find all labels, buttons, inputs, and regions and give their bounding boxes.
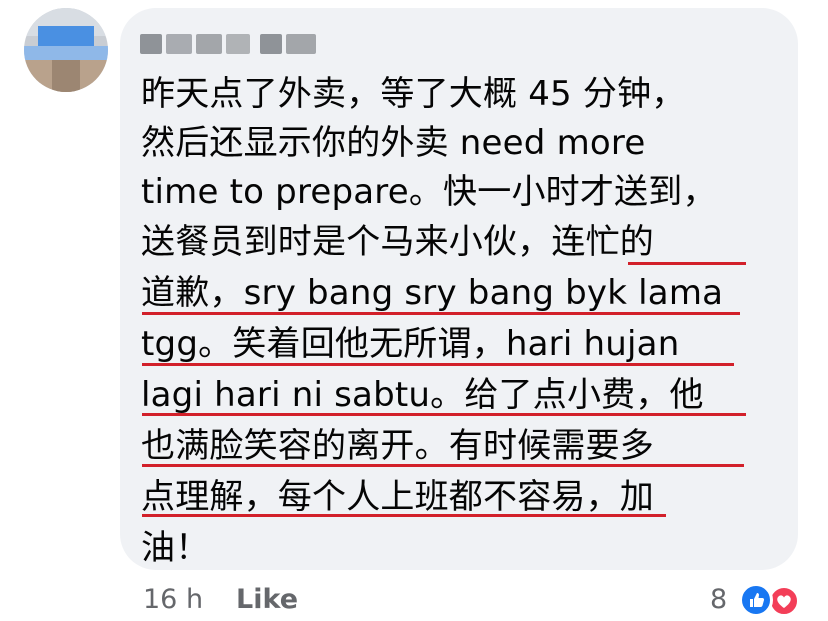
highlight-underline [142, 514, 666, 517]
highlight-underline [142, 363, 734, 366]
author-name-blur [226, 34, 250, 54]
comment-text-line: 然后还显示你的外卖 need more [141, 123, 646, 163]
highlight-underline [142, 312, 740, 315]
reaction-count[interactable]: 8 [710, 584, 727, 615]
comment-author-name[interactable] [140, 28, 320, 58]
avatar-pixel [52, 60, 80, 92]
author-name-blur [140, 34, 162, 54]
comment-text-line: 送餐员到时是个马来小伙，连忙的 [141, 222, 654, 262]
author-name-blur [286, 34, 316, 54]
like-button[interactable]: Like [236, 584, 298, 615]
author-name-blur [260, 34, 282, 54]
comment-timestamp[interactable]: 16 h [143, 584, 203, 615]
avatar-pixel [24, 46, 108, 60]
avatar[interactable] [24, 8, 108, 92]
highlight-underline [142, 464, 744, 467]
highlight-underline [142, 413, 746, 416]
comment-text-line: 昨天点了外卖，等了大概 45 分钟， [141, 74, 686, 114]
author-name-blur [166, 34, 192, 54]
avatar-pixel [38, 26, 94, 46]
thumbs-up-icon[interactable] [739, 583, 773, 617]
comment-text-line: time to prepare。快一小时才送到， [141, 172, 717, 212]
highlight-underline [628, 262, 746, 265]
author-name-blur [196, 34, 222, 54]
comment-text-line: 油！ [141, 528, 210, 568]
